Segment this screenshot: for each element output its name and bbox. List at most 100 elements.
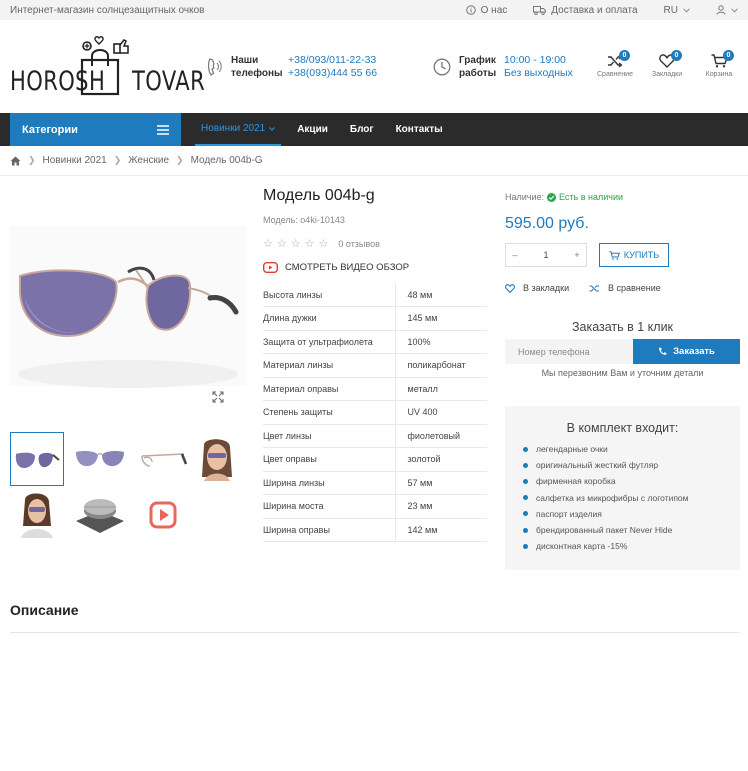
buy-button[interactable]: КУПИТЬ bbox=[599, 243, 669, 267]
package-item-label: дисконтная карта -15% bbox=[536, 541, 628, 552]
breadcrumb: ❯ Новинки 2021 ❯ Женские ❯ Модель 004b-G bbox=[10, 155, 263, 166]
breadcrumb-item[interactable]: Новинки 2021 bbox=[43, 155, 107, 166]
categories-button[interactable]: Категории bbox=[10, 113, 181, 146]
cart-button[interactable]: 0 Корзина bbox=[700, 50, 738, 78]
spec-row: Ширина моста 23 мм bbox=[263, 494, 487, 519]
heart-icon bbox=[505, 283, 515, 293]
cart-count-badge: 0 bbox=[723, 50, 734, 61]
phone-number-1[interactable]: +38/093/011-22-33 bbox=[288, 54, 377, 67]
thumbnail-6[interactable] bbox=[73, 488, 127, 542]
spec-name: Ширина моста bbox=[263, 494, 396, 519]
product-title: Модель 004b-g bbox=[263, 187, 375, 204]
package-item-label: легендарные очки bbox=[536, 444, 608, 455]
add-to-wishlist-button[interactable]: В закладки bbox=[505, 283, 569, 293]
quantity-value[interactable]: 1 bbox=[524, 250, 568, 260]
phone-number-2[interactable]: +38(093)444 55 66 bbox=[288, 67, 377, 80]
bullet-icon bbox=[523, 478, 528, 484]
increase-quantity-button[interactable]: + bbox=[568, 250, 586, 260]
rating[interactable]: ☆ ☆ ☆ ☆ ☆ 0 отзывов bbox=[263, 237, 380, 250]
video-thumbnail-play-icon[interactable] bbox=[136, 488, 190, 542]
star-icon: ☆ bbox=[276, 238, 287, 250]
video-review-label: СМОТРЕТЬ ВИДЕО ОБЗОР bbox=[285, 262, 410, 273]
description-heading: Описание bbox=[10, 602, 79, 618]
spec-name: Цвет оправы bbox=[263, 447, 396, 472]
breadcrumb-separator: ❯ bbox=[176, 155, 184, 165]
star-icon: ☆ bbox=[318, 238, 329, 250]
thumbnail-2[interactable] bbox=[73, 432, 127, 486]
spec-name: Ширина оправы bbox=[263, 518, 396, 542]
spec-row: Ширина линзы 57 мм bbox=[263, 471, 487, 495]
expand-icon[interactable] bbox=[212, 391, 224, 403]
spec-value: 48 мм bbox=[395, 283, 487, 307]
nav-item-blog[interactable]: Блог bbox=[344, 113, 380, 146]
reviews-count[interactable]: 0 отзывов bbox=[338, 239, 380, 249]
site-header: HOROSH TOVAR Наши телефоны +38/093/011-2… bbox=[0, 20, 748, 113]
spec-row: Материал линзы поликарбонат bbox=[263, 353, 487, 378]
add-to-compare-button[interactable]: В сравнение bbox=[589, 283, 661, 293]
spec-name: Высота линзы bbox=[263, 283, 396, 307]
schedule-label-line-1: График bbox=[459, 55, 496, 66]
nav-item-promotions[interactable]: Акции bbox=[291, 113, 334, 146]
product-main-image[interactable] bbox=[10, 186, 246, 418]
home-icon[interactable] bbox=[10, 156, 21, 166]
nav-item-contacts[interactable]: Контакты bbox=[390, 113, 449, 146]
one-click-order-button[interactable]: Заказать bbox=[633, 339, 740, 364]
thumbnail-1[interactable] bbox=[10, 432, 64, 486]
hamburger-menu-icon bbox=[157, 124, 169, 135]
language-selector[interactable]: RU bbox=[664, 5, 690, 16]
spec-row: Материал оправы металл bbox=[263, 377, 487, 401]
spec-row: Защита от ультрафиолета 100% bbox=[263, 330, 487, 354]
package-item-label: салфетка из микрофибры с логотипом bbox=[536, 492, 689, 503]
package-item-label: оригинальный жесткий футляр bbox=[536, 460, 659, 471]
package-contents-box: В комплект входит: легендарные очки ориги… bbox=[505, 406, 740, 570]
availability-status: Есть в наличии bbox=[559, 192, 624, 202]
spec-name: Ширина линзы bbox=[263, 471, 396, 495]
product-model-code: Модель: o4ki-10143 bbox=[263, 215, 345, 225]
video-review-link[interactable]: СМОТРЕТЬ ВИДЕО ОБЗОР bbox=[263, 262, 409, 273]
delivery-link[interactable]: Доставка и оплата bbox=[533, 5, 638, 16]
spec-name: Материал линзы bbox=[263, 353, 396, 378]
divider bbox=[10, 632, 740, 633]
breadcrumb-separator: ❯ bbox=[28, 155, 36, 165]
thumbnail-5[interactable] bbox=[10, 488, 64, 542]
decrease-quantity-button[interactable]: – bbox=[506, 250, 524, 260]
truck-icon bbox=[533, 6, 547, 15]
quantity-stepper[interactable]: – 1 + bbox=[505, 243, 587, 267]
working-days: Без выходных bbox=[504, 67, 573, 79]
phone-icon bbox=[208, 58, 222, 76]
package-item: дисконтная карта -15% bbox=[523, 538, 740, 554]
chevron-down-icon bbox=[731, 7, 738, 13]
store-tagline: Интернет-магазин солнцезащитных очков bbox=[10, 4, 205, 16]
spec-row: Цвет оправы золотой bbox=[263, 447, 487, 472]
breadcrumb-item[interactable]: Женские bbox=[128, 155, 169, 166]
wishlist-button[interactable]: 0 Закладки bbox=[648, 50, 686, 78]
spec-row: Ширина оправы 142 мм bbox=[263, 518, 487, 542]
chevron-down-icon bbox=[683, 7, 690, 13]
spec-name: Степень защиты bbox=[263, 400, 396, 425]
spec-value: 23 мм bbox=[395, 494, 487, 519]
phone-number-input[interactable]: Номер телефона bbox=[505, 339, 634, 364]
spec-row: Степень защиты UV 400 bbox=[263, 400, 487, 425]
compare-label: Сравнение bbox=[597, 71, 633, 78]
bullet-icon bbox=[523, 446, 528, 452]
logo[interactable]: HOROSH TOVAR bbox=[10, 36, 205, 98]
bullet-icon bbox=[523, 527, 528, 533]
thumbnail-4[interactable] bbox=[190, 432, 244, 486]
availability-label: Наличие: bbox=[505, 192, 545, 202]
account-menu[interactable] bbox=[716, 5, 738, 15]
thumbnail-3[interactable] bbox=[136, 432, 190, 486]
compare-button[interactable]: 0 Сравнение bbox=[596, 50, 634, 78]
schedule-block: График работы 10:00 - 19:00 Без выходных bbox=[433, 54, 573, 80]
shopping-bag-logo-icon bbox=[80, 36, 129, 96]
nav-item-new-2021[interactable]: Новинки 2021 bbox=[195, 113, 282, 146]
phones-label-line-2: телефоны bbox=[231, 68, 283, 79]
about-label: О нас bbox=[480, 4, 508, 16]
nav-item-label: Контакты bbox=[395, 124, 443, 135]
categories-label: Категории bbox=[22, 123, 78, 136]
logo-word-2: TOVAR bbox=[132, 66, 206, 97]
schedule-label-line-2: работы bbox=[459, 68, 497, 79]
one-click-order-title: Заказать в 1 клик bbox=[571, 320, 674, 334]
working-hours: 10:00 - 19:00 bbox=[504, 54, 566, 66]
about-link[interactable]: О нас bbox=[465, 4, 508, 16]
spec-value: поликарбонат bbox=[395, 353, 487, 378]
